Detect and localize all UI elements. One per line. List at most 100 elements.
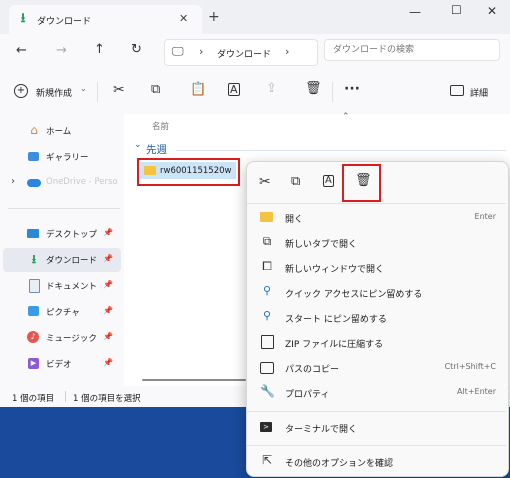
pin-icon: 📌: [103, 280, 113, 289]
menu-item-label: 開く: [285, 215, 304, 225]
sidebar-item-pictures[interactable]: ピクチャ 📌: [3, 300, 121, 324]
sidebar-item-label: OneDrive - Perso: [46, 177, 118, 187]
navigation-bar: ← → ↑ ↻ 🖵 › ダウンロード ›: [0, 34, 510, 70]
menu-item-label: スタート にピン留めする: [285, 315, 387, 325]
menu-item-more-options[interactable]: ⇱ その他のオプションを確認: [251, 449, 504, 474]
highlight-frame: [342, 164, 381, 202]
cut-icon[interactable]: ✂: [113, 83, 125, 97]
tab-title: ダウンロード: [37, 17, 92, 27]
sidebar-item-label: ドキュメント: [46, 282, 98, 292]
desktop-icon: [27, 229, 39, 238]
details-pane-icon: [450, 85, 464, 96]
sidebar-item-label: ホーム: [46, 127, 72, 137]
pin-start-icon: ⚲: [262, 309, 272, 322]
sidebar-item-onedrive[interactable]: › OneDrive - Perso: [3, 171, 121, 195]
chevron-right-icon: ›: [11, 176, 15, 187]
menu-item-properties[interactable]: 🔧 プロパティ Alt+Enter: [251, 380, 504, 405]
up-arrow-icon[interactable]: ↑: [94, 43, 105, 56]
pin-icon: 📌: [103, 332, 113, 341]
forward-arrow-icon[interactable]: →: [56, 44, 67, 57]
sidebar-item-music[interactable]: ♪ ミュージック 📌: [3, 326, 121, 350]
group-divider: [176, 150, 506, 151]
copy-icon[interactable]: ⧉: [151, 83, 160, 96]
more-icon[interactable]: ···: [344, 82, 360, 96]
address-bar[interactable]: 🖵 › ダウンロード ›: [164, 39, 318, 66]
highlight-frame: [137, 158, 240, 186]
refresh-icon[interactable]: ↻: [131, 43, 142, 56]
picture-icon: [28, 306, 39, 316]
menu-separator: [247, 411, 506, 412]
sidebar-item-desktop[interactable]: デスクトップ 📌: [3, 222, 121, 246]
rename-icon[interactable]: A: [228, 83, 240, 96]
close-icon[interactable]: ✕: [487, 5, 497, 17]
sort-up-icon: ⌃: [342, 112, 350, 122]
menu-item-open-new-window[interactable]: ⧠ 新しいウィンドウで開く: [251, 255, 504, 280]
menu-item-compress-zip[interactable]: ZIP ファイルに圧縮する: [251, 330, 504, 355]
sidebar-item-label: デスクトップ: [46, 230, 98, 240]
selection-count: 1 個の項目を選択: [73, 394, 141, 404]
new-label: 新規作成: [36, 89, 73, 99]
share-icon[interactable]: ⇪: [266, 82, 277, 95]
divider: [332, 82, 333, 102]
rename-icon[interactable]: A: [323, 175, 334, 187]
open-folder-icon: [260, 212, 273, 222]
video-icon: ▶: [28, 358, 39, 369]
group-label: 先週: [146, 144, 167, 156]
details-label: 詳細: [470, 89, 489, 99]
music-icon: ♪: [27, 331, 39, 343]
more-options-icon: ⇱: [261, 453, 273, 467]
pin-icon: 📌: [103, 228, 113, 237]
menu-item-copy-path[interactable]: パスのコピー Ctrl+Shift+C: [251, 355, 504, 380]
cut-icon[interactable]: ✂: [259, 175, 271, 189]
plus-icon[interactable]: +: [208, 10, 220, 24]
document-icon: [29, 279, 40, 293]
menu-item-label: ZIP ファイルに圧縮する: [285, 340, 384, 350]
menu-separator: [247, 445, 506, 446]
copy-path-icon: [260, 362, 274, 374]
sidebar-item-gallery[interactable]: ギャラリー: [3, 145, 121, 169]
menu-item-label: パスのコピー: [285, 365, 340, 375]
menu-item-shortcut: Enter: [474, 212, 496, 221]
menu-item-open[interactable]: 開く Enter: [251, 205, 504, 230]
menu-item-label: プロパティ: [285, 390, 330, 400]
chevron-down-icon[interactable]: ⌄: [134, 141, 142, 150]
menu-item-open-new-tab[interactable]: ⧉ 新しいタブで開く: [251, 230, 504, 255]
paste-icon[interactable]: 📋: [190, 83, 206, 96]
search-input[interactable]: [324, 39, 500, 61]
tab-downloads[interactable]: ⭳ ダウンロード ✕: [9, 5, 202, 34]
sidebar-item-label: ダウンロード: [46, 256, 98, 266]
sidebar-item-videos[interactable]: ▶ ビデオ 📌: [3, 352, 121, 376]
divider: [65, 391, 66, 402]
column-header-name[interactable]: 名前: [152, 120, 169, 132]
delete-icon[interactable]: 🗑: [305, 82, 322, 95]
details-button[interactable]: 詳細: [450, 84, 494, 102]
new-tab-icon: ⧉: [262, 234, 272, 248]
sidebar-item-label: ビデオ: [46, 360, 72, 370]
sidebar-item-downloads[interactable]: ⭳ ダウンロード 📌: [3, 248, 121, 272]
minimize-icon[interactable]: —: [409, 6, 421, 18]
maximize-icon[interactable]: ☐: [451, 4, 462, 16]
download-icon: ⭳: [31, 252, 37, 266]
sidebar-item-home[interactable]: ⌂ ホーム: [3, 119, 121, 143]
tab-close-icon[interactable]: ✕: [179, 13, 188, 24]
menu-item-label: クイック アクセスにピン留めする: [285, 290, 423, 300]
monitor-icon: 🖵: [172, 44, 184, 58]
new-button[interactable]: + 新規作成 ⌄: [12, 84, 90, 102]
menu-item-pin-start[interactable]: ⚲ スタート にピン留めする: [251, 305, 504, 330]
onedrive-icon: [27, 179, 41, 187]
breadcrumb[interactable]: ダウンロード: [217, 47, 271, 60]
item-count: 1 個の項目: [12, 394, 55, 404]
pin-icon: 📌: [103, 358, 113, 367]
title-bar: ⭳ ダウンロード ✕ + — ☐ ✕: [0, 0, 510, 34]
menu-separator: [247, 203, 506, 204]
back-arrow-icon[interactable]: ←: [16, 44, 27, 57]
horizontal-scrollbar[interactable]: [142, 379, 246, 381]
menu-item-label: ターミナルで開く: [285, 425, 358, 435]
command-bar: + 新規作成 ⌄ ✂ ⧉ 📋 A ⇪ 🗑 ··· 詳細: [0, 70, 510, 115]
menu-item-open-terminal[interactable]: > ターミナルで開く: [251, 415, 504, 440]
sidebar-item-documents[interactable]: ドキュメント 📌: [3, 274, 121, 298]
copy-icon[interactable]: ⧉: [291, 175, 300, 188]
chevron-down-icon: ⌄: [80, 84, 87, 93]
menu-item-label: 新しいウィンドウで開く: [285, 265, 385, 275]
menu-item-pin-quick-access[interactable]: ⚲ クイック アクセスにピン留めする: [251, 280, 504, 305]
